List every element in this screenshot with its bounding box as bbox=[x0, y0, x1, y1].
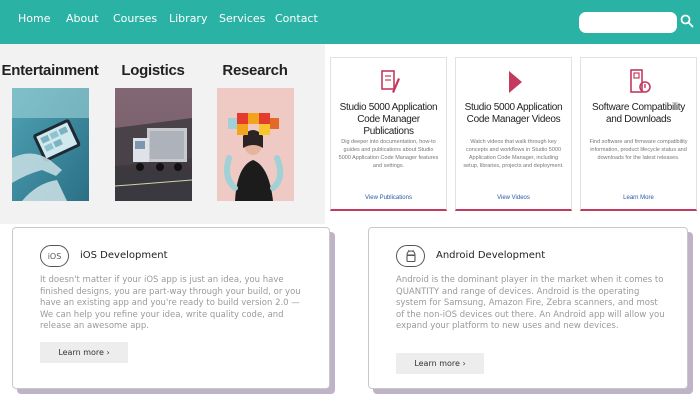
category-title-research: Research bbox=[222, 62, 288, 79]
resource-card-description: Dig deeper into documentation, how-to gu… bbox=[338, 139, 439, 169]
resource-card-compatibility[interactable]: Software Compatibility and Downloads Fin… bbox=[580, 57, 697, 211]
nav-link-library[interactable]: Library bbox=[169, 12, 207, 25]
play-icon bbox=[456, 68, 571, 96]
category-title-logistics: Logistics bbox=[121, 62, 185, 79]
resource-card-title: Software Compatibility and Downloads bbox=[592, 102, 685, 125]
ios-icon: iOS bbox=[40, 245, 69, 267]
resource-card-link[interactable]: View Videos bbox=[456, 195, 571, 201]
dev-card-title: iOS Development bbox=[80, 250, 168, 261]
ios-development-card: iOS iOS Development It doesn't matter if… bbox=[12, 227, 330, 389]
nav-link-about[interactable]: About bbox=[66, 12, 99, 25]
logistics-image[interactable] bbox=[115, 88, 192, 201]
android-development-card: Android Development Android is the domin… bbox=[368, 227, 688, 389]
nav-link-services[interactable]: Services bbox=[219, 12, 265, 25]
category-title-entertainment: Entertainment bbox=[1, 62, 99, 79]
dev-card-title: Android Development bbox=[436, 250, 546, 261]
resource-card-link[interactable]: Learn More bbox=[581, 195, 696, 201]
learn-more-button[interactable]: Learn more › bbox=[40, 342, 128, 363]
resource-card-publications[interactable]: Studio 5000 Application Code Manager Pub… bbox=[330, 57, 447, 211]
resource-card-title: Studio 5000 Application Code Manager Vid… bbox=[464, 102, 563, 125]
ios-icon-label: iOS bbox=[47, 251, 62, 261]
entertainment-image[interactable] bbox=[12, 88, 89, 201]
search-icon[interactable] bbox=[680, 14, 694, 28]
resource-card-description: Find software and firmware compatibility… bbox=[589, 139, 688, 161]
dev-card-description: It doesn't matter if your iOS app is jus… bbox=[40, 275, 301, 331]
resource-card-description: Watch videos that walk through key conce… bbox=[463, 139, 564, 169]
dev-card-description: Android is the dominant player in the ma… bbox=[396, 275, 665, 331]
category-panel: Entertainment Logistics Research bbox=[0, 44, 325, 224]
learn-more-button[interactable]: Learn more › bbox=[396, 353, 484, 374]
nav-link-home[interactable]: Home bbox=[18, 12, 50, 25]
search-input[interactable] bbox=[579, 12, 677, 33]
nav-link-courses[interactable]: Courses bbox=[113, 12, 157, 25]
research-image[interactable] bbox=[217, 88, 294, 201]
android-icon bbox=[396, 245, 425, 267]
nav-link-contact[interactable]: Contact bbox=[275, 12, 318, 25]
resource-card-videos[interactable]: Studio 5000 Application Code Manager Vid… bbox=[455, 57, 572, 211]
top-nav-bar: Home About Courses Library Services Cont… bbox=[0, 0, 700, 44]
compatibility-doc-icon bbox=[581, 68, 696, 96]
resource-card-title: Studio 5000 Application Code Manager Pub… bbox=[339, 102, 438, 137]
resource-card-link[interactable]: View Publications bbox=[331, 195, 446, 201]
document-pencil-icon bbox=[331, 68, 446, 96]
